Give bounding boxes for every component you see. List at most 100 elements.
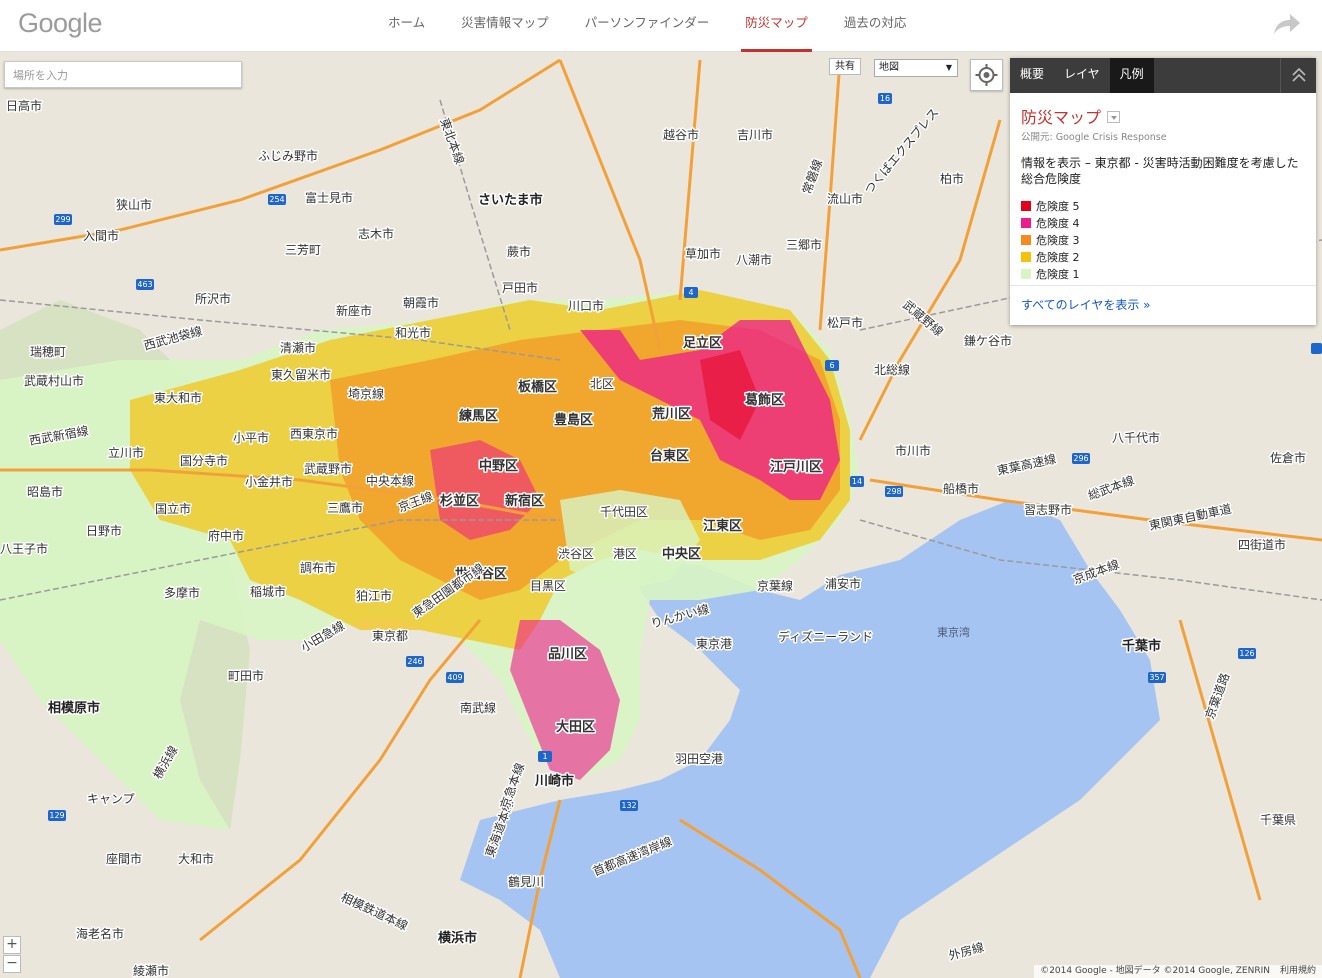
ward-shinagawa[interactable]: 品川区 xyxy=(547,646,589,664)
zoom-out-button[interactable]: − xyxy=(3,955,21,973)
city-machida[interactable]: 町田市 xyxy=(227,667,266,685)
city-kiyose[interactable]: 清瀬市 xyxy=(279,339,318,357)
city-yamato[interactable]: 大和市 xyxy=(177,850,216,868)
city-hachioji[interactable]: 八王子市 xyxy=(0,540,50,558)
city-misato[interactable]: 三郷市 xyxy=(785,236,824,254)
city-niiza[interactable]: 新座市 xyxy=(335,302,374,320)
ward-chuo[interactable]: 中央区 xyxy=(661,545,703,564)
collapse-panel-button[interactable] xyxy=(1280,58,1316,93)
town-miyoshi[interactable]: 三芳町 xyxy=(284,242,323,259)
city-kunitachi[interactable]: 国立市 xyxy=(154,500,193,518)
city-funabashi[interactable]: 船橋市 xyxy=(942,480,981,498)
share-arrow-icon[interactable] xyxy=(1270,10,1302,38)
city-wako[interactable]: 和光市 xyxy=(394,324,433,342)
ward-itabashi[interactable]: 板橋区 xyxy=(517,378,559,397)
location-search-input[interactable]: 場所を入力 xyxy=(4,61,242,88)
city-ayase[interactable]: 綾瀬市 xyxy=(132,962,171,978)
label-kawasaki[interactable]: 川崎市 xyxy=(533,772,576,791)
city-kawaguchi[interactable]: 川口市 xyxy=(567,297,606,315)
city-shiki[interactable]: 志木市 xyxy=(357,225,396,243)
city-tama[interactable]: 多摩市 xyxy=(163,584,202,602)
city-soka[interactable]: 草加市 xyxy=(684,245,723,263)
city-iruma[interactable]: 入間市 xyxy=(82,227,121,245)
city-kokubunji[interactable]: 国分寺市 xyxy=(179,452,230,470)
poi-camp[interactable]: キャンプ xyxy=(86,791,137,808)
label-yokohama[interactable]: 横浜市 xyxy=(437,929,479,948)
ward-ota[interactable]: 大田区 xyxy=(555,718,597,737)
city-kodaira[interactable]: 小平市 xyxy=(232,429,271,447)
city-mitaka[interactable]: 三鷹市 xyxy=(326,499,365,517)
city-urayasu[interactable]: 浦安市 xyxy=(824,575,863,593)
tab-legend[interactable]: 凡例 xyxy=(1109,58,1154,93)
city-warabi[interactable]: 蕨市 xyxy=(506,243,533,261)
ward-edogawa[interactable]: 江戸川区 xyxy=(769,458,824,477)
city-yoshikawa[interactable]: 吉川市 xyxy=(736,126,775,144)
ward-toshima[interactable]: 豊島区 xyxy=(553,411,595,430)
show-all-layers-link[interactable]: すべてのレイヤを表示 » xyxy=(1010,285,1316,325)
ward-meguro[interactable]: 目黒区 xyxy=(529,578,568,595)
city-asaka[interactable]: 朝霞市 xyxy=(402,294,441,312)
town-mizuho[interactable]: 瑞穂町 xyxy=(29,344,68,361)
city-chofu[interactable]: 調布市 xyxy=(299,559,338,577)
terms-link[interactable]: 利用規約 xyxy=(1280,965,1316,978)
tab-layers[interactable]: レイヤ xyxy=(1054,58,1110,93)
city-sayama[interactable]: 狭山市 xyxy=(115,196,154,214)
ward-taito[interactable]: 台東区 xyxy=(649,447,691,466)
city-tachikawa[interactable]: 立川市 xyxy=(107,444,146,462)
city-kashiwa[interactable]: 柏市 xyxy=(939,170,966,188)
nav-past-responses[interactable]: 過去の対応 xyxy=(826,0,925,52)
ward-nerima[interactable]: 練馬区 xyxy=(458,407,500,426)
poi-disneyland[interactable]: ディズニーランド xyxy=(777,628,875,646)
city-zama[interactable]: 座間市 xyxy=(105,850,144,868)
city-koganei[interactable]: 小金井市 xyxy=(244,473,295,491)
city-ichikawa[interactable]: 市川市 xyxy=(894,442,933,460)
ward-kita[interactable]: 北区 xyxy=(589,376,616,393)
city-narashino[interactable]: 習志野市 xyxy=(1023,501,1074,519)
nav-home[interactable]: ホーム xyxy=(370,0,443,52)
label-sagamihara[interactable]: 相模原市 xyxy=(47,699,102,718)
label-saitama[interactable]: さいたま市 xyxy=(477,191,545,210)
city-fuchu[interactable]: 府中市 xyxy=(207,527,246,545)
ward-nakano[interactable]: 中野区 xyxy=(478,457,520,476)
zoom-in-button[interactable]: + xyxy=(3,936,21,954)
nav-disaster-prevention-map[interactable]: 防災マップ xyxy=(727,0,826,52)
ward-suginami[interactable]: 杉並区 xyxy=(439,492,481,511)
city-higashikurume[interactable]: 東久留米市 xyxy=(270,366,333,384)
city-sakura[interactable]: 佐倉市 xyxy=(1269,449,1308,467)
tab-overview[interactable]: 概要 xyxy=(1010,58,1054,93)
city-nishitokyo[interactable]: 西東京市 xyxy=(289,425,340,443)
city-komae[interactable]: 狛江市 xyxy=(355,587,394,605)
ward-arakawa[interactable]: 荒川区 xyxy=(650,405,693,424)
label-chiba[interactable]: 千葉市 xyxy=(1121,637,1163,656)
my-location-button[interactable] xyxy=(970,59,1003,91)
poi-haneda[interactable]: 羽田空港 xyxy=(674,751,725,768)
map-type-select[interactable]: 地図 ▼ xyxy=(874,59,958,77)
city-hino[interactable]: 日野市 xyxy=(85,522,124,540)
google-logo[interactable]: Google xyxy=(18,8,103,39)
city-hidaka[interactable]: 日高市 xyxy=(5,97,44,115)
city-inagi[interactable]: 稲城市 xyxy=(249,583,288,601)
share-button[interactable]: 共有 xyxy=(829,58,861,75)
title-dropdown-icon[interactable] xyxy=(1107,111,1121,123)
ward-adachi[interactable]: 足立区 xyxy=(682,334,724,353)
city-koshigaya[interactable]: 越谷市 xyxy=(662,126,701,144)
city-musashimurayama[interactable]: 武蔵村山市 xyxy=(23,372,86,390)
ward-katsushika[interactable]: 葛飾区 xyxy=(743,391,786,410)
ward-chiyoda[interactable]: 千代田区 xyxy=(599,504,650,521)
ward-shibuya[interactable]: 渋谷区 xyxy=(557,546,596,563)
city-akishima[interactable]: 昭島市 xyxy=(26,483,65,501)
city-yachiyo[interactable]: 八千代市 xyxy=(1111,429,1162,447)
city-musashino[interactable]: 武蔵野市 xyxy=(303,460,354,478)
city-nagareyama[interactable]: 流山市 xyxy=(826,190,865,208)
city-fujimi[interactable]: 富士見市 xyxy=(304,189,355,207)
label-tokyo-port[interactable]: 東京港 xyxy=(695,636,734,653)
city-fujimino[interactable]: ふじみ野市 xyxy=(257,147,320,165)
ward-shinjuku[interactable]: 新宿区 xyxy=(504,492,546,511)
city-toda[interactable]: 戸田市 xyxy=(501,279,540,297)
city-matsudo[interactable]: 松戸市 xyxy=(826,314,865,332)
city-higashiyamato[interactable]: 東大和市 xyxy=(153,389,204,407)
city-yotsukaido[interactable]: 四街道市 xyxy=(1237,536,1288,554)
city-yashio[interactable]: 八潮市 xyxy=(735,251,774,269)
city-tokorozawa[interactable]: 所沢市 xyxy=(194,290,233,308)
city-ebina[interactable]: 海老名市 xyxy=(75,925,126,943)
